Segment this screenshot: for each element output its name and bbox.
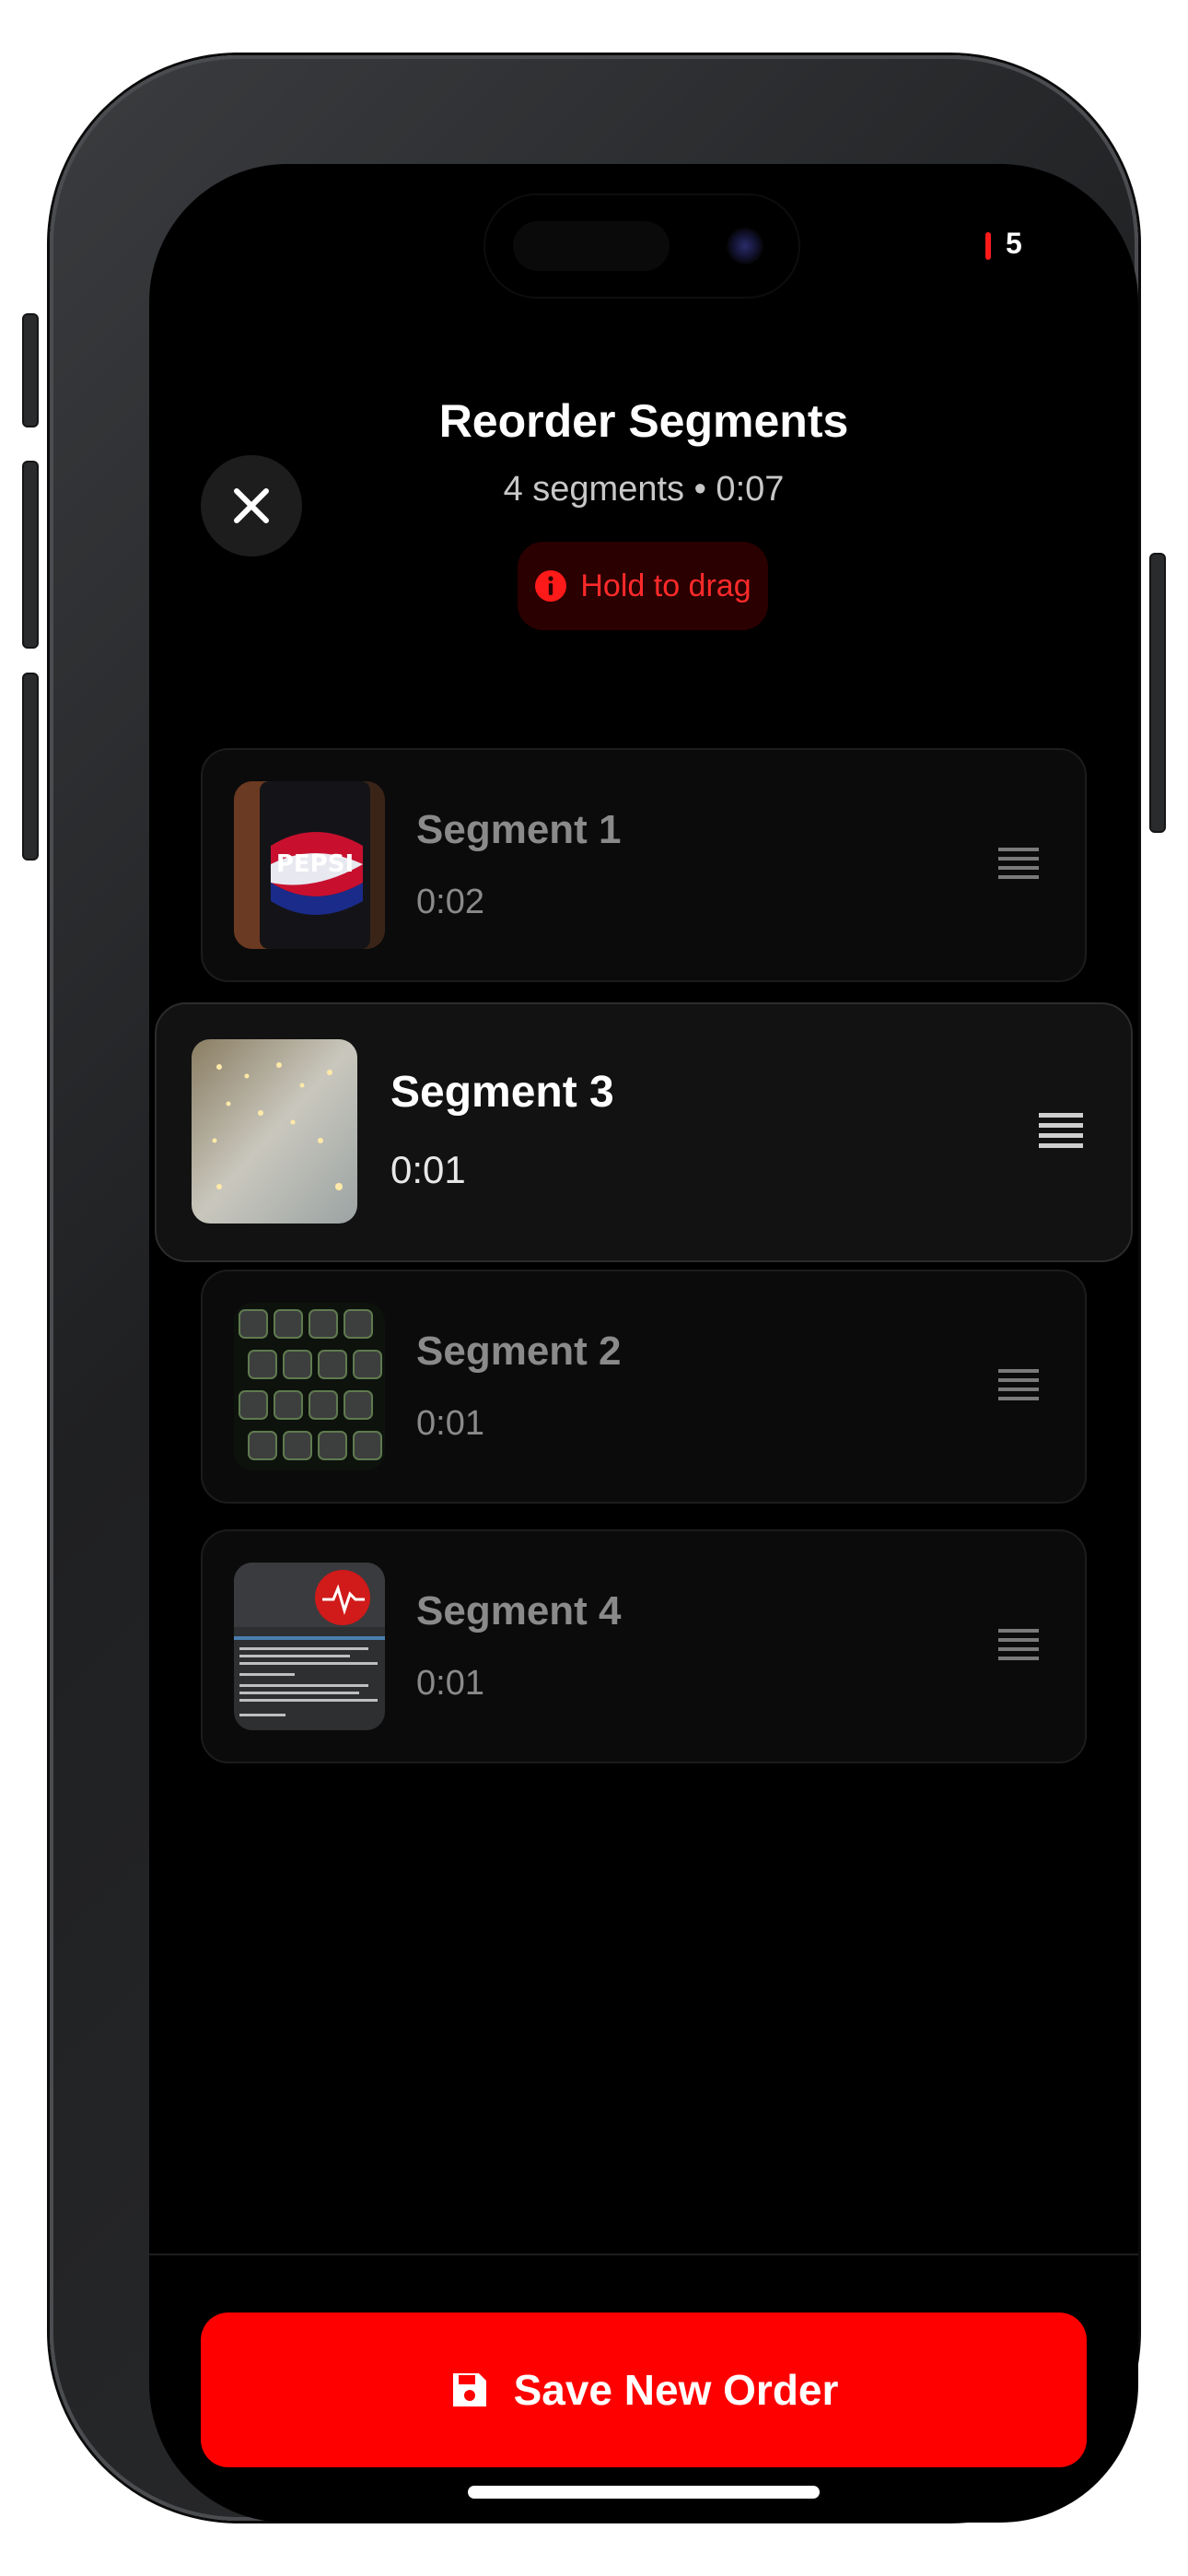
segment-summary: 4 segments • 0:07 xyxy=(503,470,785,509)
drag-hint-badge: Hold to drag xyxy=(518,542,768,630)
info-icon xyxy=(535,570,567,602)
drag-handle[interactable] xyxy=(998,1367,1039,1409)
segment-card-dragging[interactable]: Segment 3 0:01 xyxy=(155,1002,1133,1262)
segment-name: Segment 3 xyxy=(390,1068,614,1117)
volume-down-button xyxy=(22,673,39,861)
drag-hint-text: Hold to drag xyxy=(580,568,751,603)
drag-handle-icon xyxy=(998,1369,1039,1400)
save-button-label: Save New Order xyxy=(513,2366,839,2414)
segment-card[interactable]: Segment 2 0:01 xyxy=(201,1270,1087,1504)
island-sensor xyxy=(513,221,670,271)
footer-divider xyxy=(149,2254,1138,2255)
status-indicator xyxy=(985,232,991,260)
segment-duration: 0:01 xyxy=(416,1404,484,1443)
page-title: Reorder Segments xyxy=(438,395,849,447)
drag-handle-icon xyxy=(1039,1113,1083,1148)
drag-handle[interactable] xyxy=(1039,1111,1083,1156)
segment-name: Segment 4 xyxy=(416,1588,622,1633)
floppy-disk-icon xyxy=(452,2373,486,2406)
home-indicator[interactable] xyxy=(468,2486,820,2499)
segment-duration: 0:01 xyxy=(416,1664,484,1703)
drag-handle[interactable] xyxy=(998,1627,1039,1669)
device-frame: 5 Reorder Segments 4 segments • 0:07 Hol… xyxy=(22,55,1166,2523)
power-button xyxy=(1149,553,1166,833)
segment-duration: 0:02 xyxy=(416,883,484,921)
segment-card[interactable]: Segment 4 0:01 xyxy=(201,1529,1087,1763)
segment-name: Segment 1 xyxy=(416,807,622,852)
status-number: 5 xyxy=(1006,227,1022,260)
dynamic-island xyxy=(485,195,798,297)
drag-handle-icon xyxy=(998,1629,1039,1660)
segment-duration: 0:01 xyxy=(390,1148,466,1191)
drag-handle[interactable] xyxy=(998,846,1039,887)
svg-text:PEPSI: PEPSI xyxy=(276,850,354,878)
volume-up-button xyxy=(22,461,39,649)
segment-card[interactable]: PEPSI Segment 1 0:02 xyxy=(201,748,1087,982)
save-new-order-button[interactable]: Save New Order xyxy=(201,2313,1087,2467)
segment-thumbnail xyxy=(234,1563,385,1730)
front-camera xyxy=(727,228,763,264)
app-screen: 5 Reorder Segments 4 segments • 0:07 Hol… xyxy=(149,164,1138,2523)
action-button xyxy=(22,313,39,427)
segment-thumbnail xyxy=(234,1303,385,1470)
segment-name: Segment 2 xyxy=(416,1329,622,1374)
segment-thumbnail xyxy=(192,1039,357,1224)
drag-handle-icon xyxy=(998,848,1039,879)
segment-thumbnail: PEPSI xyxy=(234,781,385,949)
